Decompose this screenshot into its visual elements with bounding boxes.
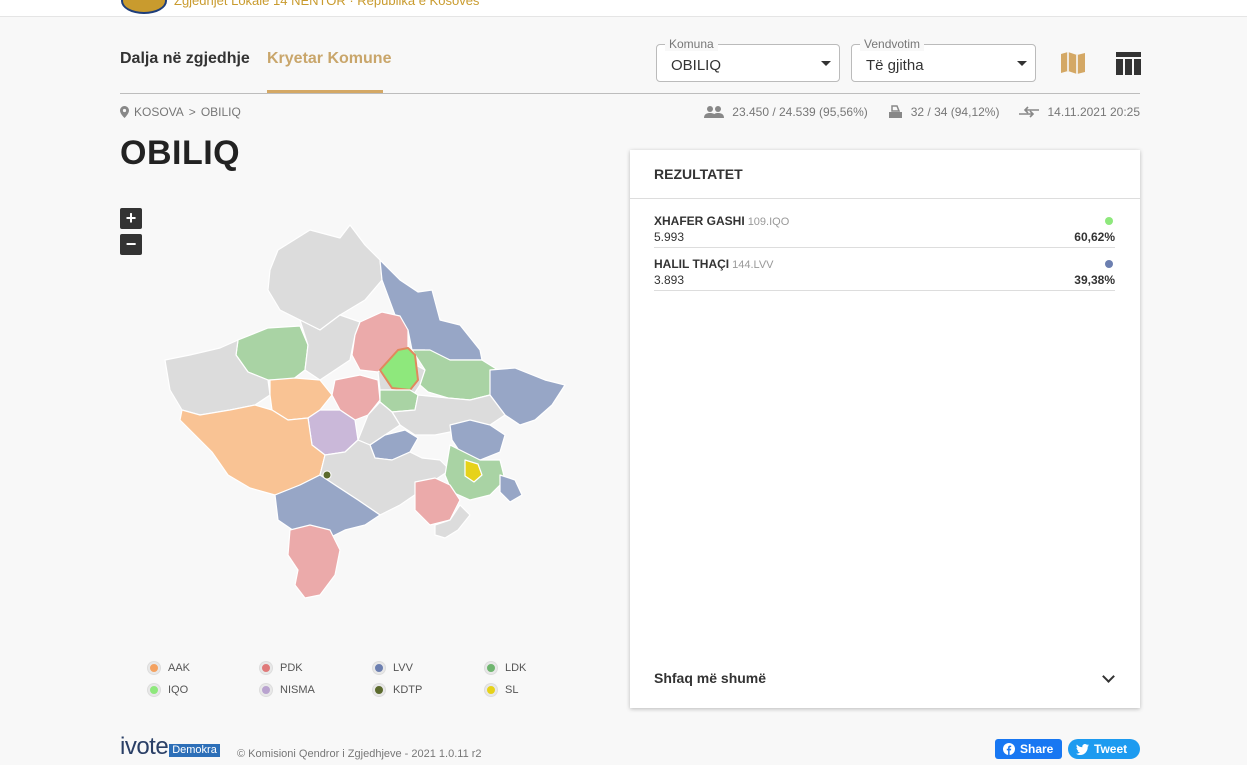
- top-bar-title: Zgjedhjet Lokale 14 NENTOR · Republika e…: [174, 0, 480, 8]
- twitter-bird-icon: [1076, 743, 1089, 755]
- legend-swatch: [148, 684, 160, 696]
- legend-label: NISMA: [280, 684, 315, 696]
- facebook-share-button[interactable]: Share: [995, 739, 1062, 759]
- page-title: OBILIQ: [120, 134, 241, 172]
- swap-arrows-icon: [1019, 106, 1040, 118]
- legend-label: AAK: [168, 662, 191, 674]
- municipality-select-value: OBILIQ: [671, 57, 722, 74]
- legend-item[interactable]: AAK: [148, 662, 190, 674]
- legend-swatch: [260, 684, 272, 696]
- candidate-votes: 5.993: [654, 230, 685, 244]
- candidate-row[interactable]: XHAFER GASHI 109.IQO 5.993 60,62%: [654, 214, 1115, 248]
- breadcrumb: KOSOVA > OBILIQ: [120, 105, 241, 119]
- legend-label: SL: [505, 684, 519, 696]
- legend-swatch: [373, 662, 385, 674]
- candidate-row[interactable]: HALIL THAÇI 144.LVV 3.893 39,38%: [654, 257, 1115, 291]
- kosovo-map[interactable]: [160, 220, 570, 610]
- legend-item[interactable]: KDTP: [373, 684, 422, 696]
- candidate-percent: 39,38%: [1074, 273, 1115, 287]
- breadcrumb-current: OBILIQ: [200, 105, 241, 119]
- results-title: REZULTATET: [630, 150, 1140, 199]
- legend-item[interactable]: SL: [485, 684, 518, 696]
- show-more-button[interactable]: Shfaq më shumë: [654, 670, 1115, 686]
- caret-down-icon: [1017, 61, 1027, 66]
- copyright-text: © Komisioni Qendror i Zgjedhjeve - 2021 …: [237, 748, 482, 760]
- stations-stat: 32 / 34 (94,12%): [888, 105, 1000, 119]
- map-region-north-central[interactable]: [299, 314, 361, 381]
- legend-swatch: [373, 684, 385, 696]
- show-more-label: Shfaq më shumë: [654, 670, 767, 686]
- municipality-select[interactable]: Komuna OBILIQ: [656, 37, 840, 82]
- people-icon: [704, 106, 725, 118]
- stats-bar: 23.450 / 24.539 (95,56%) 32 / 34 (94,12%…: [684, 105, 1140, 119]
- breadcrumb-root[interactable]: KOSOVA: [134, 105, 184, 119]
- candidate-color-dot: [1105, 260, 1113, 268]
- zoom-out-button[interactable]: −: [120, 234, 142, 255]
- results-panel: REZULTATET XHAFER GASHI 109.IQO 5.993 60,…: [630, 150, 1140, 708]
- ivote-logo-text: ivote: [120, 733, 169, 760]
- legend-item[interactable]: NISMA: [260, 684, 315, 696]
- tab-turnout[interactable]: Dalja në zgjedhje: [120, 50, 250, 68]
- map-region-pdk-south[interactable]: [287, 524, 341, 599]
- candidate-party: 109.IQO: [747, 216, 790, 228]
- legend-item[interactable]: IQO: [148, 684, 188, 696]
- twitter-tweet-label: Tweet: [1094, 742, 1128, 756]
- map-region-lvv-far-southeast[interactable]: [499, 474, 523, 503]
- breadcrumb-separator: >: [188, 105, 196, 119]
- polling-station-select-value: Të gjitha: [866, 57, 924, 74]
- caret-down-icon: [821, 61, 831, 66]
- voters-stat: 23.450 / 24.539 (95,56%): [704, 105, 868, 119]
- polling-station-select[interactable]: Vendvotim Të gjitha: [851, 37, 1036, 82]
- chevron-down-icon: [1102, 670, 1115, 683]
- facebook-icon: [1003, 743, 1015, 755]
- facebook-share-label: Share: [1020, 742, 1054, 756]
- legend-item[interactable]: PDK: [260, 662, 303, 674]
- map-icon: [1061, 52, 1085, 74]
- legend-label: PDK: [280, 662, 303, 674]
- legend-label: LDK: [505, 662, 527, 674]
- legend-item[interactable]: LVV: [373, 662, 413, 674]
- tab-mayor[interactable]: Kryetar Komune: [267, 50, 391, 68]
- municipality-select-label: Komuna: [665, 37, 718, 51]
- legend-swatch: [260, 662, 272, 674]
- twitter-tweet-button[interactable]: Tweet: [1068, 739, 1140, 759]
- voters-value: 23.450 / 24.539 (95,56%): [732, 105, 868, 119]
- map-view-button[interactable]: [1060, 50, 1086, 76]
- legend-label: KDTP: [393, 684, 423, 696]
- legend-item[interactable]: LDK: [485, 662, 526, 674]
- ivote-logo[interactable]: ivote Demokra: [120, 733, 220, 760]
- ballot-box-icon: [888, 105, 902, 118]
- stations-value: 32 / 34 (94,12%): [910, 105, 1000, 119]
- candidate-name: XHAFER GASHI: [654, 214, 745, 228]
- candidate-name: HALIL THAÇI: [654, 257, 730, 271]
- table-view-button[interactable]: [1116, 52, 1141, 75]
- table-icon: [1116, 52, 1141, 75]
- updated-stat: 14.11.2021 20:25: [1019, 105, 1140, 119]
- map-region-kdtp[interactable]: [322, 470, 332, 480]
- candidate-percent: 60,62%: [1074, 230, 1115, 244]
- updated-value: 14.11.2021 20:25: [1047, 105, 1140, 119]
- polling-station-select-label: Vendvotim: [860, 37, 925, 51]
- header-divider: [120, 93, 1140, 94]
- top-bar: Zgjedhjet Lokale 14 NENTOR · Republika e…: [0, 0, 1247, 17]
- ivote-logo-badge: Demokra: [169, 744, 220, 757]
- legend-swatch: [485, 684, 497, 696]
- candidate-votes: 3.893: [654, 273, 685, 287]
- kqz-logo: [121, 0, 167, 14]
- candidate-party: 144.LVV: [732, 259, 774, 271]
- zoom-in-button[interactable]: +: [120, 208, 142, 229]
- map-region-aak-southwest[interactable]: [179, 404, 326, 496]
- legend-label: IQO: [168, 684, 189, 696]
- legend-swatch: [148, 662, 160, 674]
- map-region-north[interactable]: [267, 224, 383, 331]
- location-pin-icon: [120, 106, 129, 118]
- legend-swatch: [485, 662, 497, 674]
- legend-label: LVV: [393, 662, 413, 674]
- candidate-color-dot: [1105, 217, 1113, 225]
